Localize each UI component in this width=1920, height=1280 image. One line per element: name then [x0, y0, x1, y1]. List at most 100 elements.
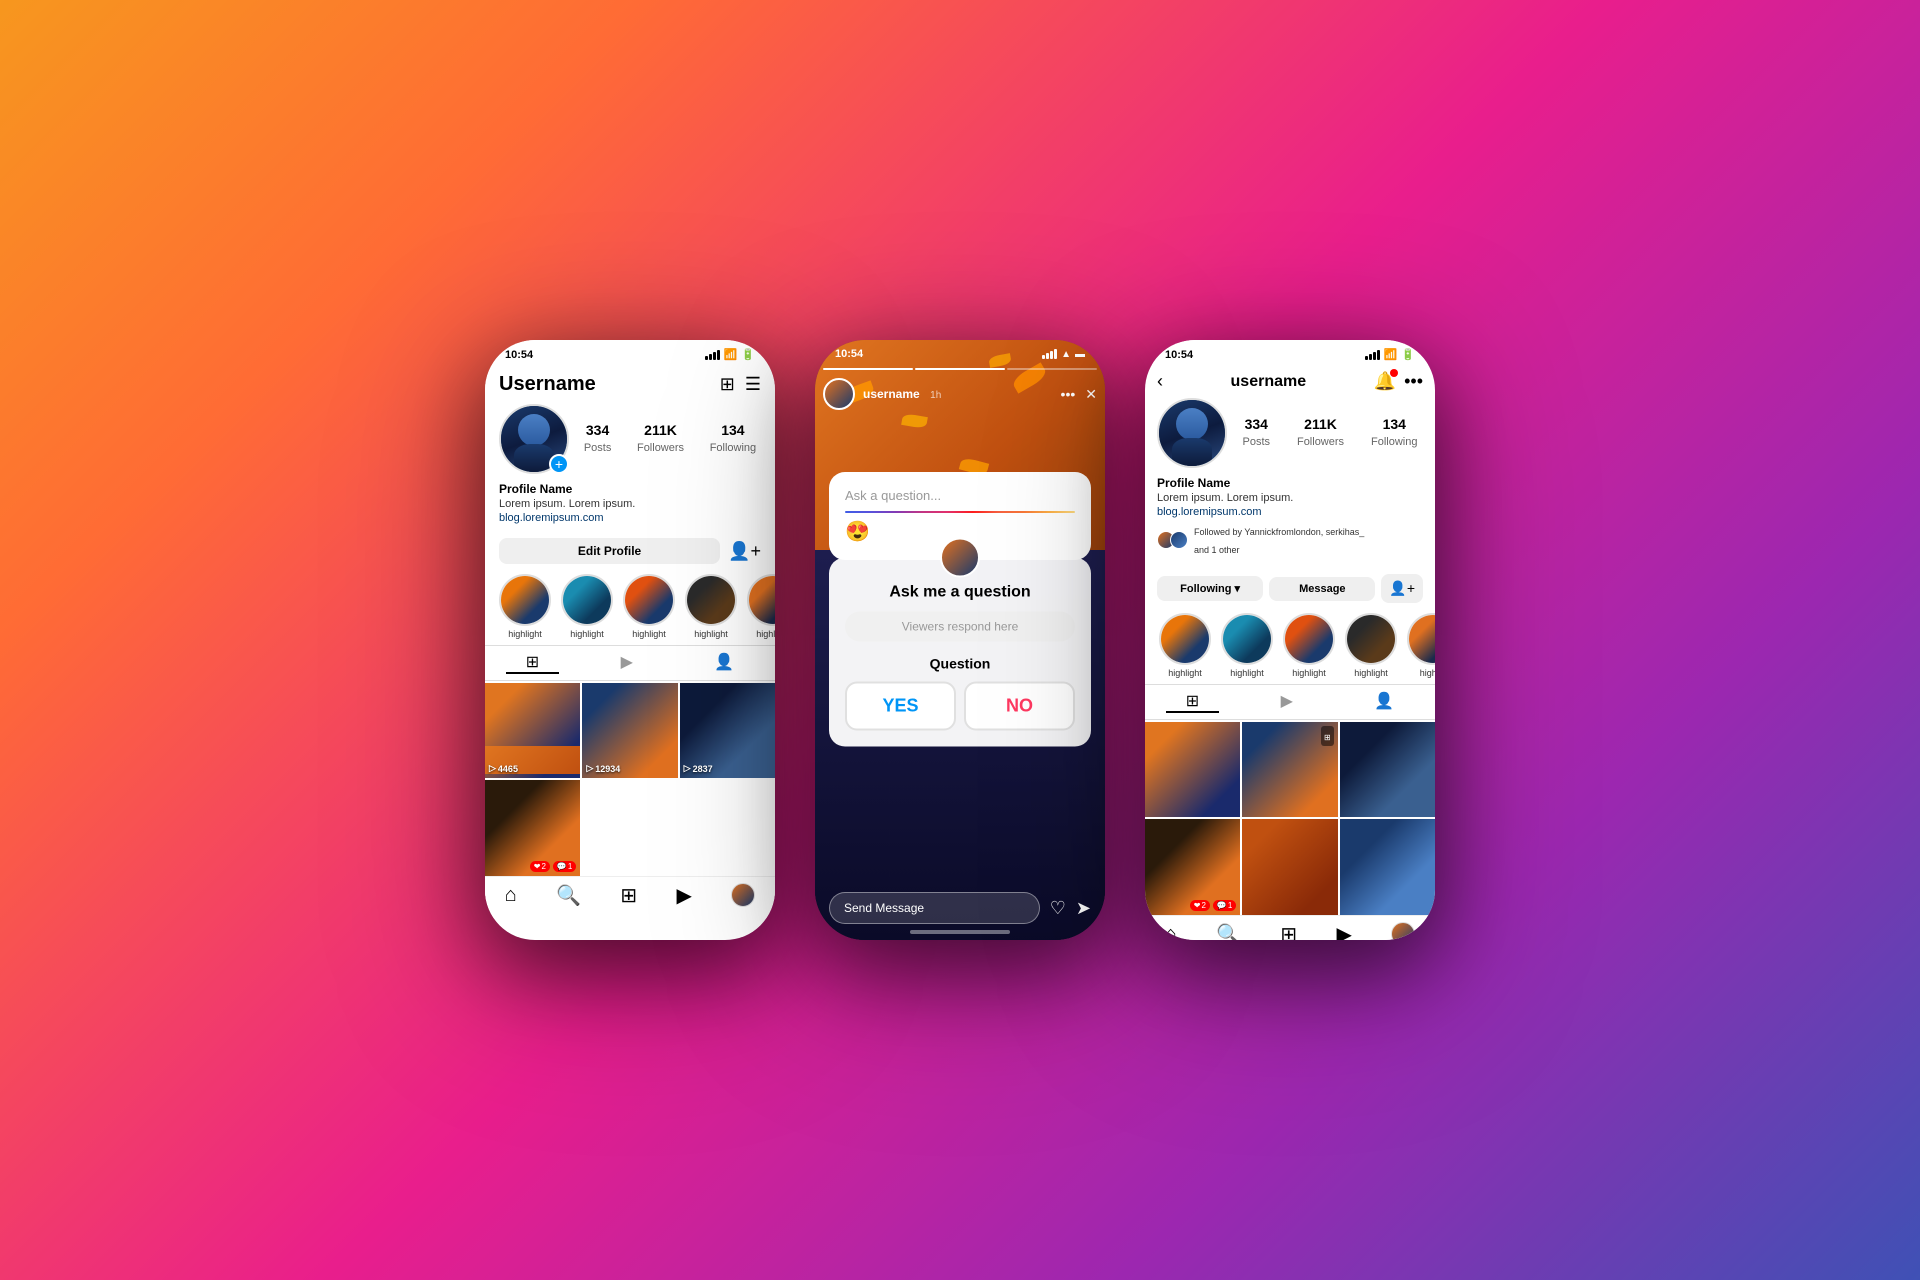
highlight3-2[interactable]: highlight [1221, 613, 1273, 678]
highlights3-row: highlight highlight highlight highlight … [1145, 609, 1435, 684]
phone2-wifi-icon: ▲ [1061, 349, 1071, 360]
no-button[interactable]: NO [964, 682, 1075, 731]
highlight3-3-label: highlight [1283, 668, 1335, 678]
view-count-1: ▷ 4465 [489, 763, 518, 774]
grid-cell-4[interactable]: ❤ 2 💬 1 [485, 780, 580, 875]
tagged-tab[interactable]: 👤 [694, 652, 754, 674]
highlight-2[interactable]: highlight [561, 574, 613, 639]
highlight3-5-label: highl... [1407, 668, 1435, 678]
story-user: username 1h [823, 378, 941, 410]
follower-avatars [1157, 531, 1188, 549]
posts-stat[interactable]: 334 Posts [584, 422, 612, 456]
highlight3-1[interactable]: highlight [1159, 613, 1211, 678]
signal-icon [705, 350, 720, 360]
create-nav-icon[interactable]: ⊞ [620, 883, 637, 908]
search3-nav-icon[interactable]: 🔍 [1216, 922, 1241, 940]
grid3-cell-2[interactable]: ⊞ [1242, 722, 1337, 817]
posts3-stat[interactable]: 334 Posts [1242, 416, 1270, 450]
followers-count: 211K [637, 422, 684, 438]
yes-button[interactable]: YES [845, 682, 956, 731]
highlight3-5[interactable]: highl... [1407, 613, 1435, 678]
create3-nav-icon[interactable]: ⊞ [1280, 922, 1297, 940]
send-message-input[interactable]: Send Message [829, 892, 1040, 924]
highlight-4[interactable]: highlight [685, 574, 737, 639]
phone2-status-bar: 10:54 ▲ ▬ [815, 340, 1105, 364]
add-friend-button[interactable]: 👤+ [1381, 574, 1423, 603]
phone2-signal-icon [1042, 349, 1057, 359]
tagged3-tab[interactable]: 👤 [1354, 691, 1414, 713]
search-nav-icon[interactable]: 🔍 [556, 883, 581, 908]
reels3-tab[interactable]: ▶ [1261, 691, 1313, 713]
grid3-cell-5[interactable] [1242, 819, 1337, 914]
following3-label: Following [1371, 436, 1417, 448]
story-header: username 1h ••• ✕ [823, 378, 1097, 410]
grid3-cell-3[interactable] [1340, 722, 1435, 817]
phone3-status-bar: 10:54 📶 🔋 [1145, 340, 1435, 365]
highlights-row: highlight highlight highlight highlight … [485, 570, 775, 645]
followers3-stat[interactable]: 211K Followers [1297, 416, 1344, 450]
avatar3-image [1159, 400, 1225, 466]
question-avatar [940, 538, 980, 578]
phone1: 10:54 📶 🔋 Username ⊞ ☰ [485, 340, 775, 940]
avatar3[interactable] [1157, 398, 1227, 468]
story-footer-icons: ♡ ➤ [1050, 898, 1091, 919]
comments-badge: 💬 1 [553, 861, 576, 872]
profile3-nav-icon[interactable] [1391, 922, 1415, 940]
reels-tab[interactable]: ▶ [601, 652, 653, 674]
notification-bell-icon[interactable]: 🔔 [1374, 371, 1396, 392]
grid-tab[interactable]: ⊞ [506, 652, 559, 674]
highlight-2-label: highlight [561, 629, 613, 639]
followers-stat[interactable]: 211K Followers [637, 422, 684, 456]
add-story-button[interactable]: + [549, 454, 569, 474]
followed-by-extra: and 1 other [1194, 545, 1240, 555]
person-add-icon[interactable]: 👤+ [728, 541, 761, 562]
home-indicator [910, 930, 1010, 934]
grid3-image-1 [1145, 722, 1240, 817]
question-placeholder: Ask a question... [845, 488, 1075, 503]
grid3-cell-4[interactable]: ❤ 2 💬 1 [1145, 819, 1240, 914]
phone2-status-icons: ▲ ▬ [1042, 349, 1085, 360]
home-nav-icon[interactable]: ⌂ [505, 884, 517, 907]
highlight3-4[interactable]: highlight [1345, 613, 1397, 678]
following-button[interactable]: Following ▾ [1157, 576, 1263, 601]
grid3-cell-1[interactable] [1145, 722, 1240, 817]
edit-profile-button[interactable]: Edit Profile [499, 538, 720, 564]
posts3-label: Posts [1242, 436, 1270, 448]
reels-nav-icon[interactable]: ▶ [677, 883, 692, 908]
add-post-icon[interactable]: ⊞ [720, 374, 735, 395]
grid-cell-2[interactable]: ▷ 12934 [582, 683, 677, 778]
chevron-down-icon: ▾ [1235, 582, 1241, 595]
stats3-wrap: 334 Posts 211K Followers 134 Following [1237, 416, 1423, 450]
reels3-nav-icon[interactable]: ▶ [1337, 922, 1352, 940]
grid-cell-3[interactable]: ▷ 2837 [680, 683, 775, 778]
highlight-3-label: highlight [623, 629, 675, 639]
profile-name: Profile Name [499, 482, 761, 496]
story-username: username [863, 387, 920, 401]
viewers-input[interactable]: Viewers respond here [845, 612, 1075, 642]
profile-nav-icon[interactable] [731, 883, 755, 907]
menu-icon[interactable]: ☰ [745, 374, 761, 395]
followers-label: Followers [637, 442, 684, 454]
phone1-content: Username ⊞ ☰ + [485, 365, 775, 937]
following3-stat[interactable]: 134 Following [1371, 416, 1417, 450]
profile3-link[interactable]: blog.loremipsum.com [1157, 506, 1423, 518]
highlight3-3[interactable]: highlight [1283, 613, 1335, 678]
grid-cell-1[interactable]: ▷ 4465 [485, 683, 580, 778]
more-options-icon[interactable]: ••• [1404, 371, 1423, 392]
grid3-tab[interactable]: ⊞ [1166, 691, 1219, 713]
close-story-icon[interactable]: ✕ [1085, 386, 1097, 403]
avatar-wrap: + [499, 404, 569, 474]
progress-3 [1007, 368, 1097, 370]
story-avatar[interactable] [823, 378, 855, 410]
grid3-cell-6[interactable] [1340, 819, 1435, 914]
share-story-icon[interactable]: ➤ [1076, 898, 1091, 919]
highlight-1[interactable]: highlight [499, 574, 551, 639]
more-options-icon[interactable]: ••• [1061, 386, 1076, 402]
home3-nav-icon[interactable]: ⌂ [1165, 923, 1177, 940]
like-story-icon[interactable]: ♡ [1050, 898, 1066, 919]
message-button[interactable]: Message [1269, 577, 1375, 601]
highlight-5[interactable]: highlight [747, 574, 775, 639]
following-stat[interactable]: 134 Following [710, 422, 756, 456]
profile-link[interactable]: blog.loremipsum.com [499, 512, 761, 524]
highlight-3[interactable]: highlight [623, 574, 675, 639]
